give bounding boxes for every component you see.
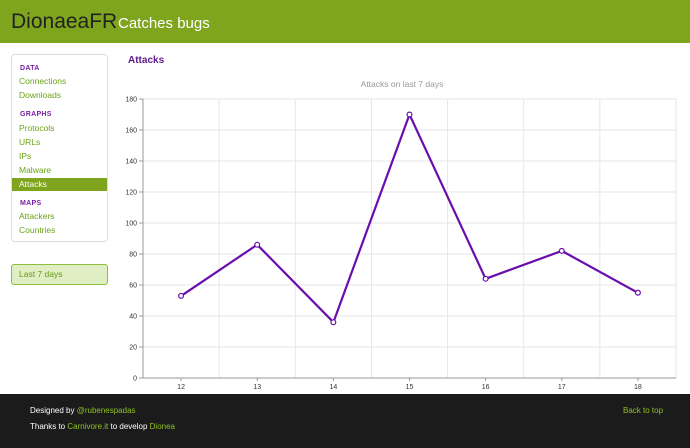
footer-credit-line: Designed by @rubenespadas <box>30 406 136 415</box>
y-tick-label: 100 <box>125 221 137 228</box>
attacks-line-chart: 0 20 40 60 80 100 120 140 160 180 12 13 14 15 16 17 18 <box>125 97 677 391</box>
footer-develop-text: to develop <box>108 422 150 431</box>
y-tick-label: 180 <box>125 97 137 104</box>
footer-author-link[interactable]: @rubenespadas <box>77 406 136 415</box>
data-point <box>482 275 489 282</box>
y-tick-label: 0 <box>133 376 137 383</box>
data-point <box>330 319 337 326</box>
footer-carnivore-link[interactable]: Carnivore.it <box>67 422 108 431</box>
y-tick-label: 140 <box>125 159 137 166</box>
x-tick-label: 16 <box>482 384 490 391</box>
y-tick-label: 20 <box>129 345 137 352</box>
y-tick-label: 80 <box>129 252 137 259</box>
x-tick-label: 14 <box>329 384 337 391</box>
footer-thanks-text: Thanks to <box>30 422 68 431</box>
page-footer: Designed by @rubenespadas Thanks to Carn… <box>0 394 690 448</box>
y-tick-label: 120 <box>125 190 137 197</box>
y-tick-label: 40 <box>129 314 137 321</box>
y-tick-label: 160 <box>125 128 137 135</box>
back-to-top-link[interactable]: Back to top <box>623 406 663 415</box>
x-tick-label: 15 <box>406 384 414 391</box>
x-tick-label: 17 <box>558 384 566 391</box>
footer-dionea-link[interactable]: Dionea <box>150 422 175 431</box>
series-line-attacks <box>180 113 639 324</box>
footer-designed-text: Designed by <box>30 406 77 415</box>
x-tick-label: 18 <box>634 384 642 391</box>
y-tick-label: 60 <box>129 283 137 290</box>
data-point <box>558 247 565 254</box>
data-point <box>634 289 641 296</box>
data-point <box>254 241 261 248</box>
x-tick-label: 12 <box>177 384 185 391</box>
x-tick-label: 13 <box>253 384 261 391</box>
data-point <box>178 292 185 299</box>
footer-thanks-line: Thanks to Carnivore.it to develop Dionea <box>30 422 175 431</box>
data-point <box>406 111 413 118</box>
